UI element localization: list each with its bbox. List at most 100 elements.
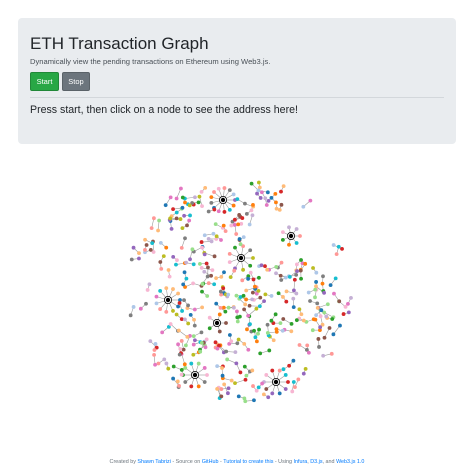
address-node[interactable]	[303, 366, 308, 371]
address-node[interactable]	[263, 264, 267, 269]
address-node[interactable]	[168, 216, 173, 221]
address-node[interactable]	[220, 197, 226, 203]
address-node[interactable]	[278, 321, 283, 326]
address-node[interactable]	[219, 238, 223, 242]
address-node[interactable]	[291, 296, 296, 301]
address-node[interactable]	[251, 256, 255, 260]
address-node[interactable]	[253, 335, 258, 340]
address-node[interactable]	[216, 186, 221, 191]
address-node[interactable]	[269, 195, 274, 200]
address-node[interactable]	[256, 275, 261, 280]
address-node[interactable]	[246, 347, 251, 352]
address-node[interactable]	[250, 368, 255, 373]
address-node[interactable]	[267, 348, 272, 353]
address-node[interactable]	[258, 351, 263, 356]
address-node[interactable]	[180, 195, 185, 200]
address-node[interactable]	[226, 391, 230, 396]
address-node[interactable]	[227, 207, 232, 212]
address-node[interactable]	[159, 266, 164, 271]
address-node[interactable]	[191, 342, 196, 347]
address-node[interactable]	[315, 301, 320, 306]
address-node[interactable]	[180, 205, 185, 210]
address-node[interactable]	[158, 307, 163, 311]
address-node[interactable]	[183, 317, 187, 322]
address-node[interactable]	[205, 373, 209, 377]
address-node[interactable]	[144, 243, 149, 247]
address-node[interactable]	[313, 317, 318, 322]
address-node[interactable]	[305, 343, 310, 348]
address-node[interactable]	[291, 380, 296, 384]
address-node[interactable]	[237, 237, 242, 241]
address-node[interactable]	[191, 281, 195, 286]
address-node[interactable]	[256, 385, 261, 390]
address-node[interactable]	[199, 341, 204, 345]
address-node[interactable]	[191, 334, 196, 339]
address-node[interactable]	[160, 330, 165, 335]
address-node[interactable]	[158, 289, 163, 293]
address-node[interactable]	[273, 192, 278, 196]
address-node[interactable]	[314, 313, 319, 318]
address-node[interactable]	[343, 304, 348, 309]
address-node[interactable]	[257, 327, 261, 332]
address-node[interactable]	[221, 305, 226, 310]
address-node[interactable]	[166, 268, 171, 272]
address-node[interactable]	[299, 312, 304, 317]
address-node[interactable]	[217, 312, 222, 317]
address-node[interactable]	[192, 323, 197, 328]
address-node[interactable]	[269, 318, 274, 323]
address-node[interactable]	[241, 293, 246, 298]
address-node[interactable]	[206, 281, 211, 286]
address-node[interactable]	[306, 290, 311, 295]
address-node[interactable]	[153, 342, 158, 346]
address-node[interactable]	[331, 332, 336, 337]
address-node[interactable]	[231, 203, 236, 208]
address-node[interactable]	[338, 323, 342, 328]
address-node[interactable]	[185, 223, 189, 228]
address-node[interactable]	[321, 353, 326, 358]
address-node[interactable]	[287, 274, 292, 279]
address-node[interactable]	[288, 233, 294, 239]
address-node[interactable]	[192, 372, 198, 378]
address-node[interactable]	[244, 297, 248, 302]
address-node[interactable]	[202, 233, 207, 238]
address-node[interactable]	[199, 240, 204, 244]
address-node[interactable]	[180, 309, 184, 313]
address-node[interactable]	[265, 190, 270, 195]
address-node[interactable]	[214, 301, 219, 306]
address-node[interactable]	[281, 367, 286, 372]
address-node[interactable]	[242, 364, 247, 369]
address-node[interactable]	[174, 210, 179, 215]
address-node[interactable]	[167, 274, 172, 279]
address-node[interactable]	[237, 314, 242, 319]
address-node[interactable]	[212, 282, 217, 287]
address-node[interactable]	[182, 270, 187, 275]
address-node[interactable]	[346, 310, 351, 315]
address-node[interactable]	[324, 314, 329, 319]
address-node[interactable]	[235, 309, 239, 314]
address-node[interactable]	[318, 325, 323, 330]
address-node[interactable]	[292, 277, 297, 282]
address-node[interactable]	[294, 318, 299, 323]
address-node[interactable]	[224, 321, 228, 325]
address-node[interactable]	[251, 277, 256, 282]
tutorial-link[interactable]: Tutorial to create this	[223, 459, 273, 465]
address-node[interactable]	[240, 278, 245, 283]
address-node[interactable]	[287, 363, 292, 368]
address-node[interactable]	[289, 321, 294, 326]
address-node[interactable]	[199, 330, 204, 335]
address-node[interactable]	[241, 267, 245, 272]
address-node[interactable]	[279, 278, 284, 282]
address-node[interactable]	[257, 304, 262, 309]
address-node[interactable]	[301, 318, 306, 323]
address-node[interactable]	[152, 216, 156, 221]
address-node[interactable]	[174, 216, 179, 221]
address-node[interactable]	[180, 226, 185, 231]
address-node[interactable]	[199, 265, 204, 270]
address-node[interactable]	[207, 315, 212, 320]
address-node[interactable]	[233, 381, 237, 386]
address-node[interactable]	[234, 361, 239, 366]
address-node[interactable]	[346, 301, 350, 306]
address-node[interactable]	[202, 252, 207, 257]
stop-button[interactable]: Stop	[62, 72, 90, 91]
address-node[interactable]	[203, 185, 208, 190]
